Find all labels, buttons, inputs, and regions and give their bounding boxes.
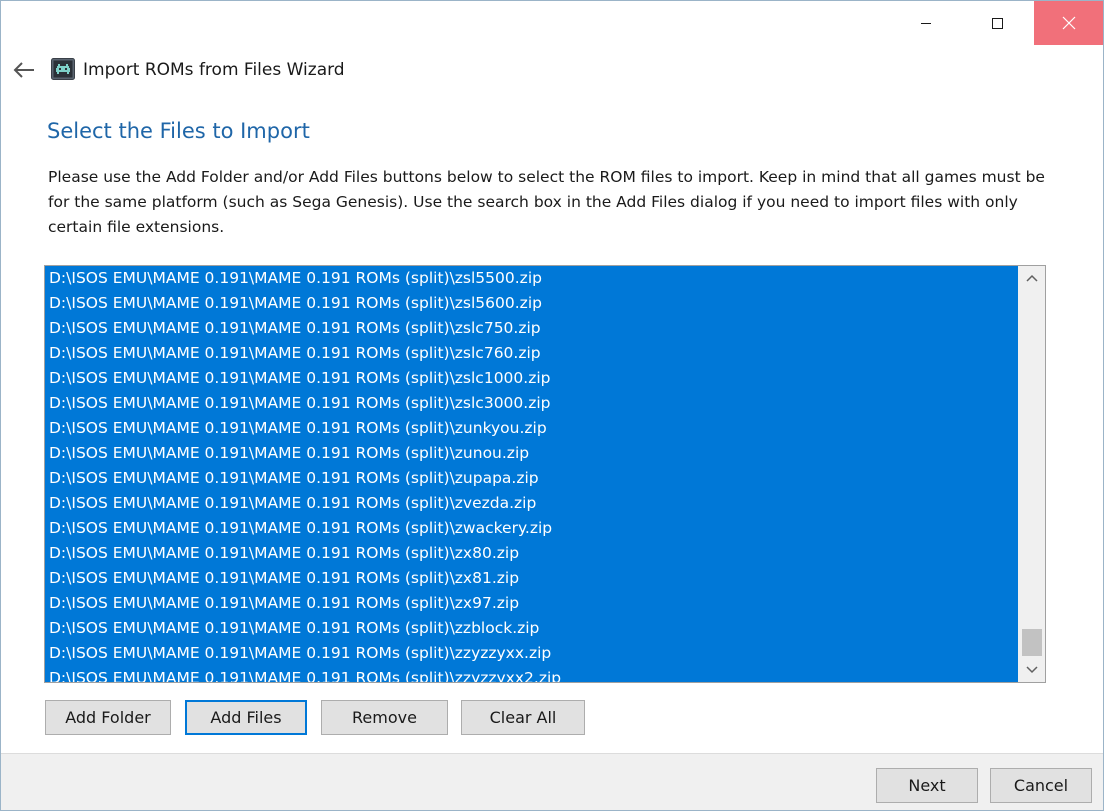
list-item[interactable]: D:\ISOS EMU\MAME 0.191\MAME 0.191 ROMs (… xyxy=(45,541,1018,566)
add-folder-button[interactable]: Add Folder xyxy=(45,700,171,735)
clear-all-button[interactable]: Clear All xyxy=(461,700,585,735)
instructions-text: Please use the Add Folder and/or Add Fil… xyxy=(48,165,1083,240)
add-files-button[interactable]: Add Files xyxy=(185,700,307,735)
minimize-button[interactable] xyxy=(891,1,960,45)
list-item[interactable]: D:\ISOS EMU\MAME 0.191\MAME 0.191 ROMs (… xyxy=(45,341,1018,366)
next-button[interactable]: Next xyxy=(876,768,978,803)
list-item[interactable]: D:\ISOS EMU\MAME 0.191\MAME 0.191 ROMs (… xyxy=(45,316,1018,341)
list-item[interactable]: D:\ISOS EMU\MAME 0.191\MAME 0.191 ROMs (… xyxy=(45,366,1018,391)
close-icon xyxy=(1062,16,1075,30)
list-item[interactable]: D:\ISOS EMU\MAME 0.191\MAME 0.191 ROMs (… xyxy=(45,516,1018,541)
close-button[interactable] xyxy=(1034,1,1103,45)
page-title: Select the Files to Import xyxy=(47,119,310,143)
list-item[interactable]: D:\ISOS EMU\MAME 0.191\MAME 0.191 ROMs (… xyxy=(45,416,1018,441)
list-item[interactable]: D:\ISOS EMU\MAME 0.191\MAME 0.191 ROMs (… xyxy=(45,641,1018,666)
file-listbox[interactable]: D:\ISOS EMU\MAME 0.191\MAME 0.191 ROMs (… xyxy=(44,265,1046,683)
remove-button[interactable]: Remove xyxy=(321,700,448,735)
back-arrow-icon[interactable] xyxy=(13,60,35,80)
list-item[interactable]: D:\ISOS EMU\MAME 0.191\MAME 0.191 ROMs (… xyxy=(45,616,1018,641)
minimize-icon xyxy=(920,22,931,24)
list-item[interactable]: D:\ISOS EMU\MAME 0.191\MAME 0.191 ROMs (… xyxy=(45,491,1018,516)
wizard-title: Import ROMs from Files Wizard xyxy=(83,60,345,80)
list-item[interactable]: D:\ISOS EMU\MAME 0.191\MAME 0.191 ROMs (… xyxy=(45,266,1018,291)
scroll-thumb[interactable] xyxy=(1022,629,1042,656)
maximize-button[interactable] xyxy=(963,1,1032,45)
list-item[interactable]: D:\ISOS EMU\MAME 0.191\MAME 0.191 ROMs (… xyxy=(45,391,1018,416)
list-item[interactable]: D:\ISOS EMU\MAME 0.191\MAME 0.191 ROMs (… xyxy=(45,291,1018,316)
space-invader-icon xyxy=(51,58,75,80)
cancel-button[interactable]: Cancel xyxy=(990,768,1092,803)
list-item[interactable]: D:\ISOS EMU\MAME 0.191\MAME 0.191 ROMs (… xyxy=(45,591,1018,616)
file-list-items[interactable]: D:\ISOS EMU\MAME 0.191\MAME 0.191 ROMs (… xyxy=(45,266,1018,682)
vertical-scrollbar[interactable] xyxy=(1018,266,1045,682)
list-item[interactable]: D:\ISOS EMU\MAME 0.191\MAME 0.191 ROMs (… xyxy=(45,566,1018,591)
list-item[interactable]: D:\ISOS EMU\MAME 0.191\MAME 0.191 ROMs (… xyxy=(45,466,1018,491)
instructions-line: Please use the Add Folder and/or Add Fil… xyxy=(48,168,1045,186)
list-item[interactable]: D:\ISOS EMU\MAME 0.191\MAME 0.191 ROMs (… xyxy=(45,666,1018,682)
chevron-up-icon xyxy=(1025,274,1038,282)
scroll-up-button[interactable] xyxy=(1018,266,1045,290)
list-item[interactable]: D:\ISOS EMU\MAME 0.191\MAME 0.191 ROMs (… xyxy=(45,441,1018,466)
instructions-line: for the same platform (such as Sega Gene… xyxy=(48,193,1018,211)
maximize-icon xyxy=(992,17,1003,29)
instructions-line: certain file extensions. xyxy=(48,218,225,236)
chevron-down-icon xyxy=(1025,666,1038,674)
scroll-down-button[interactable] xyxy=(1018,658,1045,682)
wizard-window: Import ROMs from Files Wizard Select the… xyxy=(0,0,1104,811)
